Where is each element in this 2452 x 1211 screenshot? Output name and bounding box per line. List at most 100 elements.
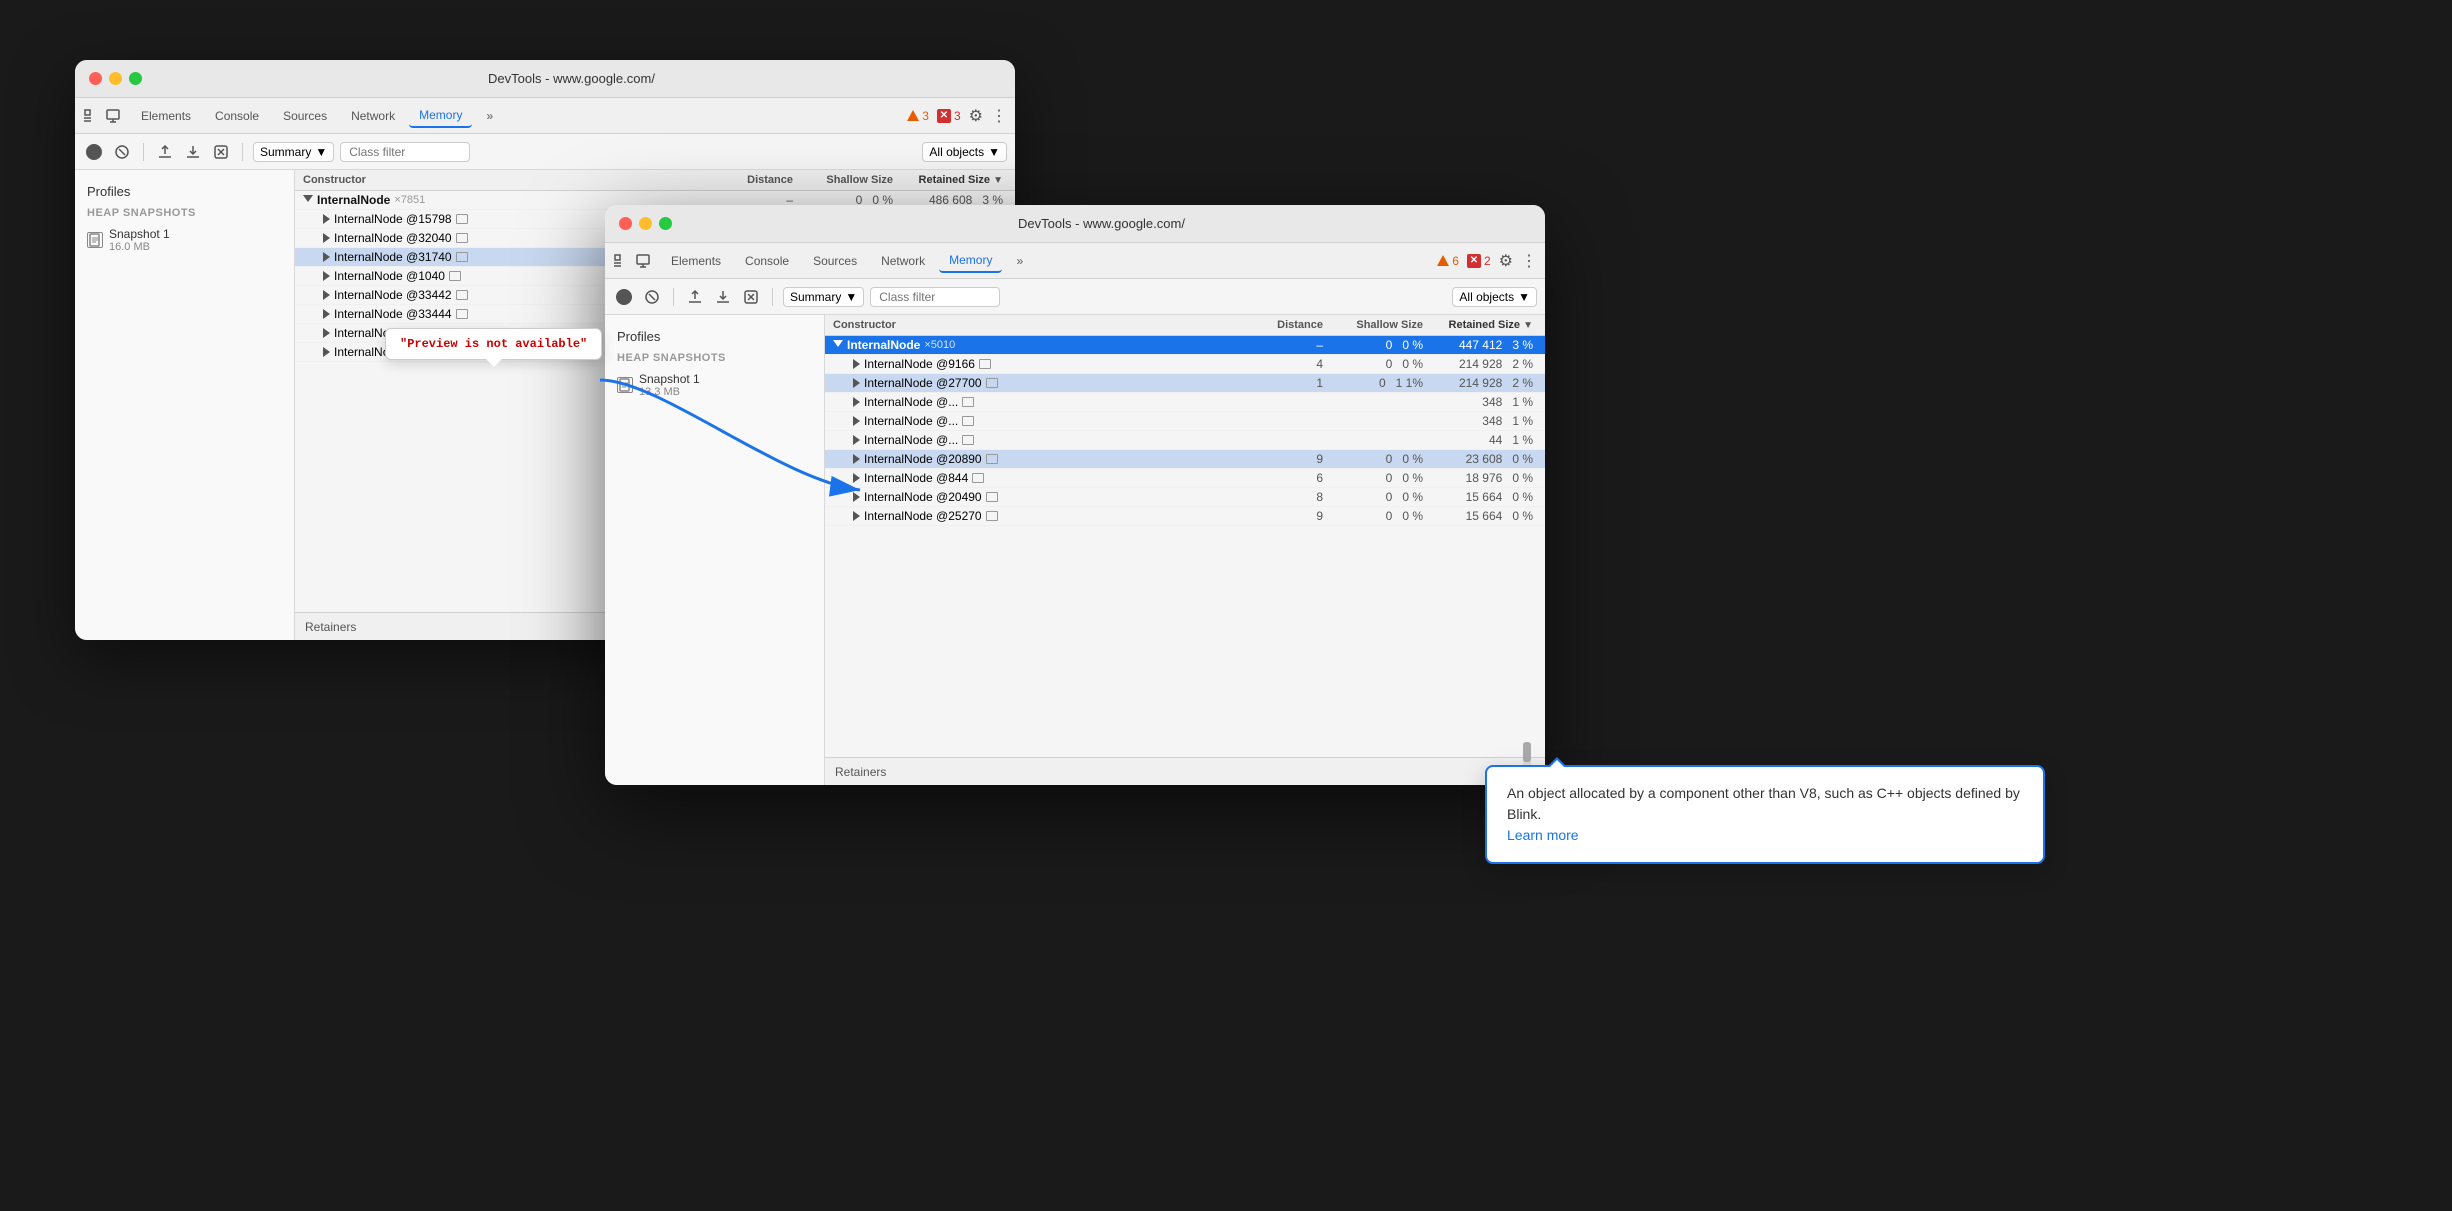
table-row-2-5[interactable]: InternalNode @... 44 1 % xyxy=(825,431,1545,450)
minimize-button-2[interactable] xyxy=(639,217,652,230)
snapshot-item-2[interactable]: Snapshot 1 13.3 MB xyxy=(605,368,824,402)
th-shallow-2: Shallow Size xyxy=(1335,319,1435,331)
snapshot-item-1[interactable]: Snapshot 1 16.0 MB xyxy=(75,223,294,257)
tab-elements-2[interactable]: Elements xyxy=(661,250,731,272)
table-row-2-1[interactable]: InternalNode @9166 4 0 0 % 214 928 2 % xyxy=(825,355,1545,374)
class-filter-input-1[interactable] xyxy=(340,142,470,162)
summary-dropdown-arrow-2: ▼ xyxy=(845,290,857,304)
th-distance-2: Distance xyxy=(1255,319,1335,331)
tab-sources-1[interactable]: Sources xyxy=(273,105,337,127)
row-retained-2-8: 15 664 0 % xyxy=(1435,490,1545,504)
download-btn-1[interactable] xyxy=(182,141,204,163)
expand-triangle-2-8[interactable] xyxy=(853,492,860,502)
node-box-2-7 xyxy=(972,473,984,483)
tab-more-2[interactable]: » xyxy=(1006,250,1033,272)
table-row-2-0[interactable]: InternalNode ×5010 – 0 0 % 447 412 3 % xyxy=(825,336,1545,355)
close-button-2[interactable] xyxy=(619,217,632,230)
all-objects-dropdown-1[interactable]: All objects ▼ xyxy=(922,142,1007,162)
node-name-2-3: InternalNode @... xyxy=(864,395,958,409)
th-constructor-2: Constructor xyxy=(825,319,1255,331)
row-constructor-2-0: InternalNode ×5010 xyxy=(825,338,1255,352)
snapshot-info-1: Snapshot 1 16.0 MB xyxy=(109,227,170,253)
expand-triangle-1-5[interactable] xyxy=(323,290,330,300)
expand-triangle-1-7[interactable] xyxy=(323,328,330,338)
node-name-2-8: InternalNode @20490 xyxy=(864,490,982,504)
expand-triangle-1-1[interactable] xyxy=(323,214,330,224)
table-row-2-9[interactable]: InternalNode @25270 9 0 0 % 15 664 0 % xyxy=(825,507,1545,526)
expand-triangle-2-9[interactable] xyxy=(853,511,860,521)
table-row-2-3[interactable]: InternalNode @... 348 1 % xyxy=(825,393,1545,412)
tab-memory-1[interactable]: Memory xyxy=(409,104,472,128)
upload-btn-1[interactable] xyxy=(154,141,176,163)
expand-triangle-1-8[interactable] xyxy=(323,347,330,357)
node-name-2-6: InternalNode @20890 xyxy=(864,452,982,466)
expand-triangle-2-0[interactable] xyxy=(833,340,843,352)
file-icon-1 xyxy=(88,233,102,247)
record-btn-1[interactable] xyxy=(83,141,105,163)
th-retained-2: Retained Size ▼ xyxy=(1435,319,1545,331)
expand-triangle-2-4[interactable] xyxy=(853,416,860,426)
node-box-2-3 xyxy=(962,397,974,407)
record-btn-2[interactable] xyxy=(613,286,635,308)
minimize-button-1[interactable] xyxy=(109,72,122,85)
expand-triangle-1-3[interactable] xyxy=(323,252,330,262)
tab-sources-2[interactable]: Sources xyxy=(803,250,867,272)
expand-triangle-2-7[interactable] xyxy=(853,473,860,483)
more-icon-2[interactable]: ⋮ xyxy=(1521,251,1537,271)
node-name-1-2: InternalNode @32040 xyxy=(334,231,452,245)
stop-btn-2[interactable] xyxy=(641,286,663,308)
maximize-button-1[interactable] xyxy=(129,72,142,85)
expand-triangle-2-2[interactable] xyxy=(853,378,860,388)
expand-triangle-2-3[interactable] xyxy=(853,397,860,407)
inspect-icon-2[interactable] xyxy=(613,253,629,269)
expand-triangle-2-6[interactable] xyxy=(853,454,860,464)
stop-btn-1[interactable] xyxy=(111,141,133,163)
expand-triangle-2-1[interactable] xyxy=(853,359,860,369)
tab-network-1[interactable]: Network xyxy=(341,105,405,127)
expand-triangle-1-2[interactable] xyxy=(323,233,330,243)
maximize-button-2[interactable] xyxy=(659,217,672,230)
summary-dropdown-2[interactable]: Summary ▼ xyxy=(783,287,864,307)
table-row-2-4[interactable]: InternalNode @... 348 1 % xyxy=(825,412,1545,431)
node-box-2-1 xyxy=(979,359,991,369)
table-row-2-6[interactable]: InternalNode @20890 9 0 0 % 23 608 0 % xyxy=(825,450,1545,469)
expand-triangle-2-5[interactable] xyxy=(853,435,860,445)
tab-network-2[interactable]: Network xyxy=(871,250,935,272)
expand-triangle-1-4[interactable] xyxy=(323,271,330,281)
expand-triangle-1-0[interactable] xyxy=(303,195,313,207)
download-icon-2 xyxy=(715,289,731,305)
node-box-1-4 xyxy=(449,271,461,281)
table-row-2-7[interactable]: InternalNode @844 6 0 0 % 18 976 0 % xyxy=(825,469,1545,488)
summary-dropdown-1[interactable]: Summary ▼ xyxy=(253,142,334,162)
tab-console-1[interactable]: Console xyxy=(205,105,269,127)
settings-icon-2[interactable]: ⚙ xyxy=(1499,251,1513,271)
table-row-2-2[interactable]: InternalNode @27700 1 0 1 1% 214 928 2 % xyxy=(825,374,1545,393)
upload-btn-2[interactable] xyxy=(684,286,706,308)
file-icon-2 xyxy=(618,378,632,392)
gc-btn-1[interactable] xyxy=(210,141,232,163)
expand-triangle-1-6[interactable] xyxy=(323,309,330,319)
learn-more-link[interactable]: Learn more xyxy=(1507,827,1579,843)
error-count-1: 3 xyxy=(954,109,961,123)
inspect-icon[interactable] xyxy=(83,108,99,124)
tab-elements-1[interactable]: Elements xyxy=(131,105,201,127)
all-objects-dropdown-2[interactable]: All objects ▼ xyxy=(1452,287,1537,307)
tab-memory-2[interactable]: Memory xyxy=(939,249,1002,273)
summary-dropdown-arrow-1: ▼ xyxy=(315,145,327,159)
row-shallow-2-7: 0 0 % xyxy=(1335,471,1435,485)
row-constructor-2-5: InternalNode @... xyxy=(825,433,1255,447)
tab-console-2[interactable]: Console xyxy=(735,250,799,272)
settings-icon-1[interactable]: ⚙ xyxy=(969,106,983,126)
tab-more-1[interactable]: » xyxy=(476,105,503,127)
gc-btn-2[interactable] xyxy=(740,286,762,308)
node-box-2-8 xyxy=(986,492,998,502)
profiles-title-1: Profiles xyxy=(75,180,294,203)
more-icon-1[interactable]: ⋮ xyxy=(991,106,1007,126)
table-row-2-8[interactable]: InternalNode @20490 8 0 0 % 15 664 0 % xyxy=(825,488,1545,507)
close-button-1[interactable] xyxy=(89,72,102,85)
class-filter-input-2[interactable] xyxy=(870,287,1000,307)
device-icon-2[interactable] xyxy=(635,253,651,269)
download-btn-2[interactable] xyxy=(712,286,734,308)
device-icon[interactable] xyxy=(105,108,121,124)
node-name-1-4: InternalNode @1040 xyxy=(334,269,445,283)
